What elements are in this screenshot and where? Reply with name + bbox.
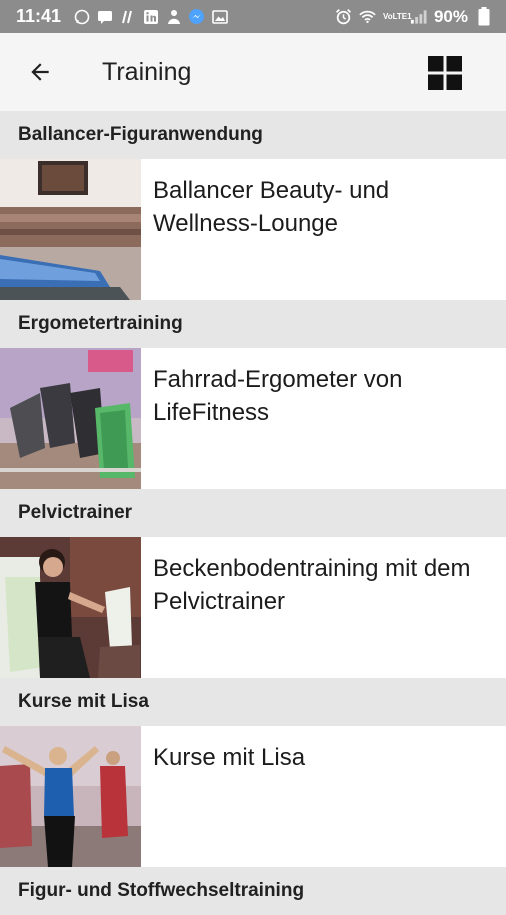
item-title: Kurse mit Lisa: [153, 744, 306, 771]
thumbnail-image: [0, 726, 141, 867]
page-title: Training: [102, 57, 192, 86]
list-item[interactable]: Kurse mit Lisa: [0, 726, 506, 867]
messenger-icon: [188, 8, 205, 25]
thumbnail-image: [0, 159, 141, 300]
whatsapp-icon: [73, 8, 90, 25]
item-title: Beckenbodentraining mit dem Pelvictraine…: [153, 555, 471, 615]
thumbnail-image: [0, 537, 141, 678]
wifi-icon: [359, 8, 376, 25]
section-header: Kurse mit Lisa: [0, 678, 506, 726]
battery-icon: [475, 7, 492, 26]
app-bar: Training: [0, 33, 506, 111]
volte-label: VoLTE1: [382, 11, 412, 21]
app-icon: [165, 8, 182, 25]
section-header: Ballancer-Figuranwendung: [0, 111, 506, 159]
battery-percent: 90%: [433, 6, 468, 26]
section-header: Pelvictrainer: [0, 489, 506, 537]
item-title: Ballancer Beauty- und Wellness-Lounge: [153, 177, 390, 237]
message-icon: [96, 8, 113, 25]
section-header: Ergometertraining: [0, 300, 506, 348]
alarm-icon: [335, 8, 352, 25]
grid-view-icon: [428, 56, 462, 90]
signal-icon: [410, 8, 427, 25]
n-icon: [119, 8, 136, 25]
list-item[interactable]: Ballancer Beauty- und Wellness-Lounge: [0, 159, 506, 300]
status-bar: 11:41 VoLTE1 90%: [0, 0, 506, 33]
status-time: 11:41: [16, 6, 62, 26]
thumbnail-image: [0, 348, 141, 489]
list-item[interactable]: Fahrrad-Ergometer von LifeFitness: [0, 348, 506, 489]
item-title: Fahrrad-Ergometer von LifeFitness: [153, 366, 403, 426]
back-button[interactable]: [20, 52, 60, 92]
image-icon: [211, 8, 228, 25]
linkedin-icon: [142, 8, 159, 25]
arrow-left-icon: [31, 63, 49, 81]
list-item[interactable]: Beckenbodentraining mit dem Pelvictraine…: [0, 537, 506, 678]
grid-view-button[interactable]: [428, 56, 462, 90]
section-header: Figur- und Stoffwechseltraining: [0, 867, 506, 915]
training-list: Ballancer-Figuranwendung Ballancer Beaut…: [0, 111, 506, 915]
